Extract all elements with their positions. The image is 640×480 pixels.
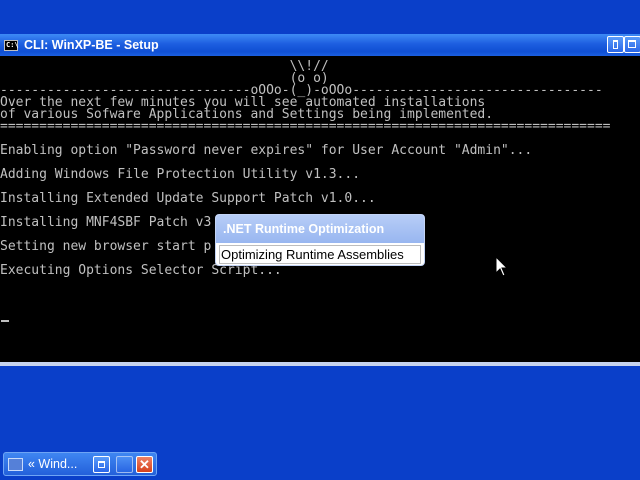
mouse-pointer-icon — [495, 256, 509, 277]
console-line: Setting new browser start p — [0, 239, 212, 254]
window-group-icon — [8, 458, 23, 471]
restore-button[interactable] — [93, 456, 110, 473]
console-line: Installing MNF4SBF Patch v3 — [0, 215, 212, 230]
balloon-title: .NET Runtime Optimization — [216, 215, 424, 243]
taskbar-item-label: « Wind... — [28, 457, 78, 471]
window-title: CLI: WinXP-BE - Setup — [24, 38, 159, 52]
net-optimization-balloon[interactable]: .NET Runtime Optimization Optimizing Run… — [215, 214, 425, 266]
console-window[interactable]: C:\ CLI: WinXP-BE - Setup \\!// (o o) --… — [0, 34, 640, 366]
balloon-message: Optimizing Runtime Assemblies — [219, 245, 421, 264]
window-titlebar[interactable]: C:\ CLI: WinXP-BE - Setup — [0, 34, 640, 56]
console-line: Enabling option "Password never expires"… — [0, 143, 533, 158]
maximize-button-small[interactable] — [116, 456, 133, 473]
console-icon: C:\ — [4, 39, 19, 51]
taskbar-window-button[interactable]: « Wind... ✕ — [3, 452, 157, 476]
console-line: Adding Windows File Protection Utility v… — [0, 167, 361, 182]
text-cursor — [1, 320, 9, 322]
minimize-button[interactable] — [607, 36, 624, 53]
close-button[interactable]: ✕ — [136, 456, 153, 473]
console-line: Installing Extended Update Support Patch… — [0, 191, 376, 206]
maximize-button[interactable] — [624, 36, 640, 53]
console-line: ========================================… — [0, 119, 611, 134]
